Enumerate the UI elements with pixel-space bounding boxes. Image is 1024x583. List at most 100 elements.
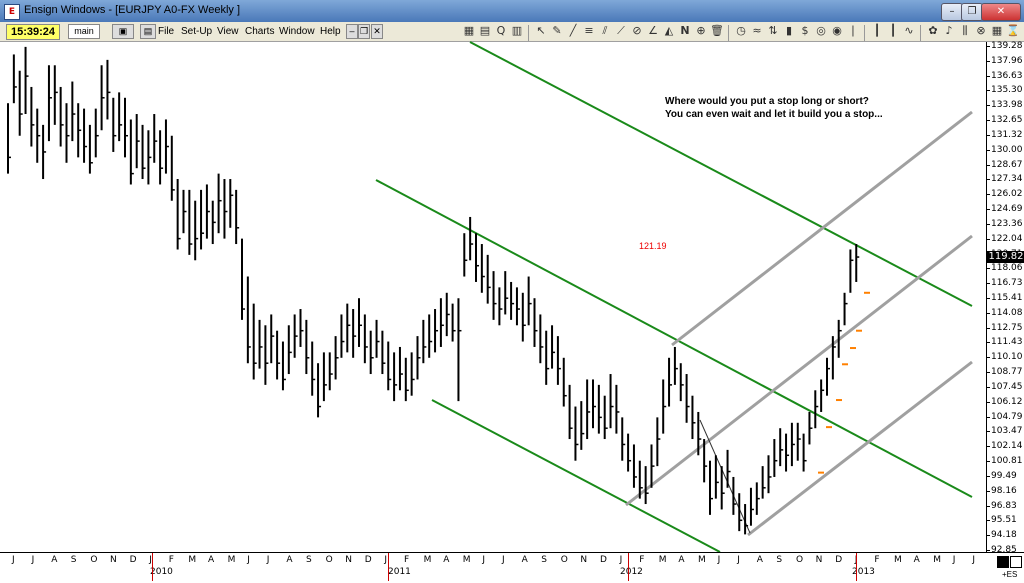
year-divider xyxy=(856,553,857,581)
ohlc-bar xyxy=(703,439,708,483)
ohlc-bar xyxy=(592,379,596,429)
price-tick xyxy=(987,446,990,448)
ohlc-bar xyxy=(229,179,234,228)
ohlc-bar xyxy=(159,130,164,185)
month-label: A xyxy=(443,555,450,565)
ohlc-bar xyxy=(732,476,737,515)
price-label: 124.69 xyxy=(991,204,1023,215)
ohlc-bar xyxy=(463,233,468,277)
ohlc-bar xyxy=(170,135,175,201)
price-marker-label: 121.19 xyxy=(639,241,667,251)
chart-annotation: Where would you put a stop long or short… xyxy=(665,95,883,121)
ohlc-bar xyxy=(176,179,181,250)
month-label: J xyxy=(266,555,270,565)
ohlc-bar xyxy=(568,384,573,440)
close-button[interactable]: ✕ xyxy=(981,3,1021,21)
ohlc-bar xyxy=(679,363,684,402)
price-label: 128.67 xyxy=(991,159,1023,170)
ohlc-bar xyxy=(749,487,754,526)
ohlc-bar xyxy=(270,314,275,364)
price-label: 94.18 xyxy=(991,530,1017,541)
month-label: D xyxy=(600,555,607,565)
price-label: 135.30 xyxy=(991,85,1023,96)
ohlc-bar xyxy=(533,298,538,347)
ohlc-bar xyxy=(627,433,632,472)
price-label: 139.28 xyxy=(991,41,1023,51)
price-label: 99.49 xyxy=(991,470,1017,481)
ohlc-bar xyxy=(18,70,23,136)
ohlc-bar xyxy=(744,504,749,535)
ohlc-bar xyxy=(147,130,152,185)
price-label: 118.06 xyxy=(991,263,1023,274)
grid-icon[interactable]: ▦ xyxy=(990,24,1004,38)
ohlc-bar xyxy=(451,303,456,342)
ohlc-bar xyxy=(650,444,655,488)
price-tick xyxy=(987,90,990,92)
ohlc-bar xyxy=(124,97,128,158)
month-label: O xyxy=(325,555,333,565)
ohlc-bar xyxy=(843,292,848,326)
price-tick xyxy=(987,283,990,285)
ohlc-bar xyxy=(498,287,503,326)
ohlc-bar xyxy=(580,401,585,450)
month-label: J xyxy=(737,555,740,565)
price-tick xyxy=(987,386,990,388)
ohlc-bar xyxy=(761,466,766,499)
price-tick xyxy=(987,342,990,344)
price-tick xyxy=(987,490,990,492)
wait-icon[interactable]: ⌛ xyxy=(1006,24,1020,38)
price-tick xyxy=(987,475,990,477)
price-tick xyxy=(987,105,990,107)
annotation-line-2: You can even wait and let it build you a… xyxy=(665,109,883,120)
gray-channel-upper xyxy=(671,110,973,347)
price-tick xyxy=(987,535,990,537)
price-label: 137.96 xyxy=(991,55,1023,66)
color-toggle-white[interactable] xyxy=(1010,556,1022,568)
price-tick xyxy=(987,431,990,433)
month-label: A xyxy=(678,555,685,565)
ohlc-bar xyxy=(129,119,134,185)
price-tick xyxy=(987,164,990,166)
ohlc-bar xyxy=(644,466,649,505)
ohlc-bar xyxy=(410,352,415,396)
ohlc-bar xyxy=(305,319,310,375)
month-label: M xyxy=(423,555,432,565)
month-label: M xyxy=(698,555,706,565)
color-toggle-black[interactable] xyxy=(997,556,1009,568)
month-label: M xyxy=(462,555,471,565)
annotation-line-1: Where would you put a stop long or short… xyxy=(665,96,869,107)
price-label: 123.36 xyxy=(991,218,1023,229)
ohlc-bar xyxy=(194,200,199,261)
ohlc-bar xyxy=(276,330,281,380)
ohlc-bar xyxy=(246,276,251,364)
year-label: 2010 xyxy=(150,567,173,577)
ohlc-bar xyxy=(527,276,532,326)
ohlc-bar xyxy=(293,314,298,358)
ohlc-bar xyxy=(802,433,807,472)
ohlc-chart xyxy=(7,41,973,552)
month-label: A xyxy=(521,555,528,565)
month-label: A xyxy=(913,555,920,565)
ohlc-bar xyxy=(790,422,795,467)
ohlc-bar xyxy=(94,108,99,158)
month-label: A xyxy=(286,555,293,565)
price-tick xyxy=(987,550,990,551)
ohlc-bar xyxy=(241,238,245,320)
price-tick xyxy=(987,120,990,122)
price-tick xyxy=(987,268,990,270)
ohlc-bar xyxy=(334,336,339,380)
month-label: O xyxy=(90,555,98,565)
ohlc-bar xyxy=(515,287,520,326)
ohlc-bar xyxy=(808,411,813,445)
ohlc-bar xyxy=(439,298,444,347)
ohlc-bar xyxy=(375,319,380,358)
price-tick xyxy=(987,60,990,62)
month-label: J xyxy=(384,555,388,565)
price-tick xyxy=(987,46,990,47)
ohlc-bar xyxy=(562,357,567,407)
month-label: N xyxy=(815,555,823,565)
price-label: 122.04 xyxy=(991,233,1023,244)
ohlc-bar xyxy=(726,449,731,488)
ohlc-bar xyxy=(428,314,433,358)
price-tick xyxy=(987,312,990,314)
